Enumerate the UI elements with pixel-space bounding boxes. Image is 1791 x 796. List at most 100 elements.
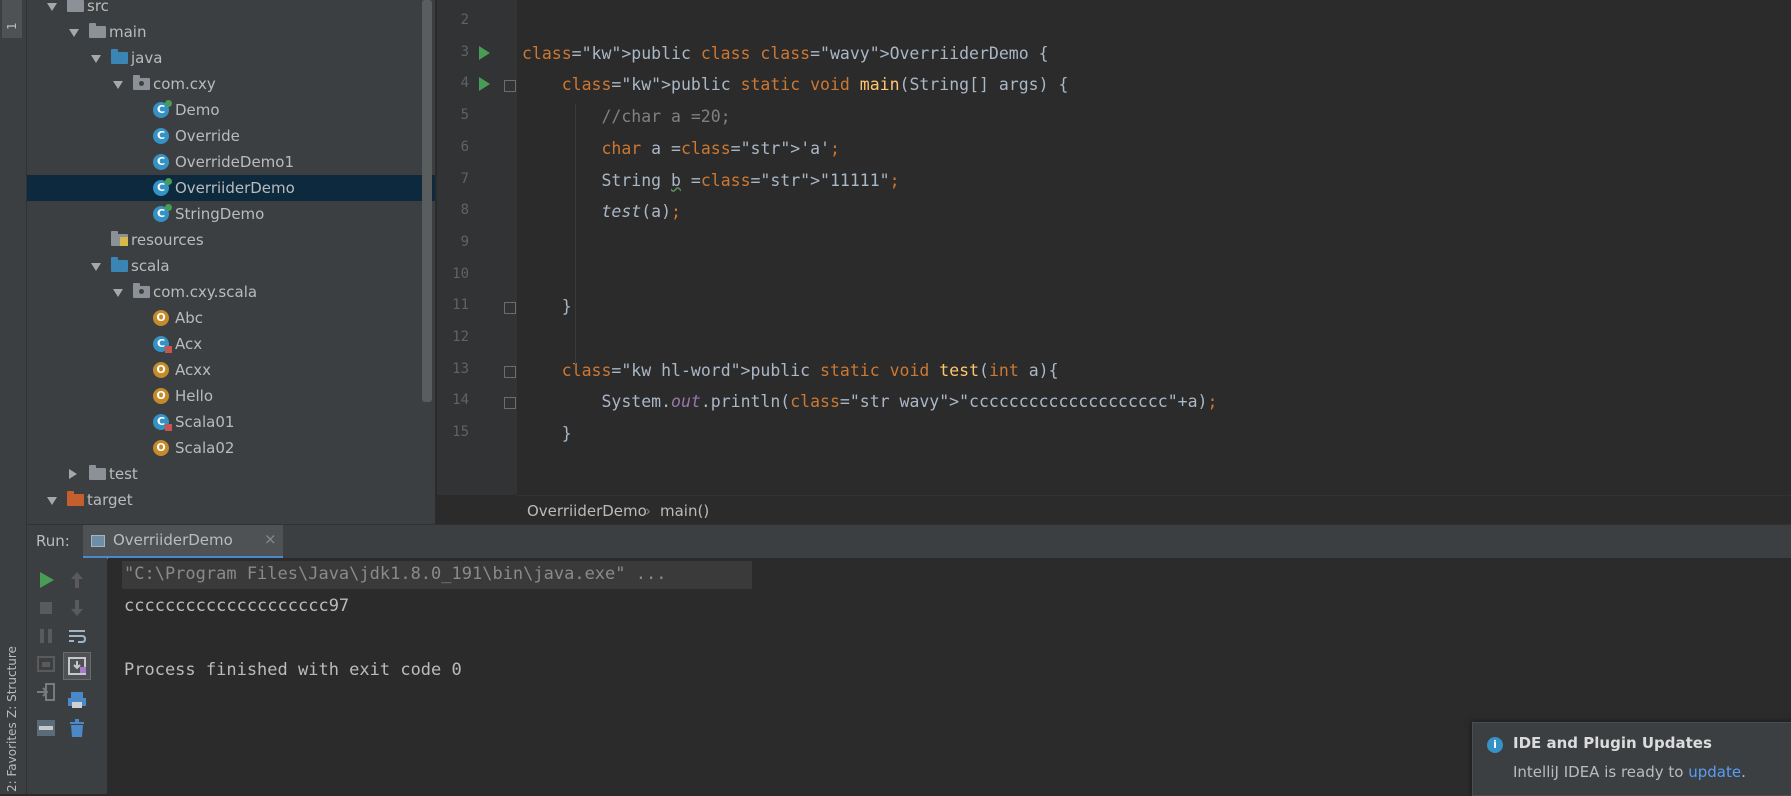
tree-item[interactable]: C OverrideDemo1 <box>27 149 435 175</box>
tree-item[interactable]: com.cxy.scala <box>27 279 435 305</box>
tree-item[interactable]: java <box>27 45 435 71</box>
java-class-icon: C <box>153 336 172 353</box>
line-number: 7 <box>460 170 469 187</box>
tree-item[interactable]: C Scala01 <box>27 409 435 435</box>
tree-item[interactable]: C Acx <box>27 331 435 357</box>
trash-icon[interactable] <box>65 716 89 740</box>
expand-arrow-icon[interactable] <box>47 3 57 11</box>
code-line[interactable]: class="kw hl-word">public static void te… <box>522 353 1059 389</box>
tree-item[interactable]: resources <box>27 227 435 253</box>
favorites-tool-tab[interactable]: 2: Favorites <box>3 690 23 794</box>
soft-wrap-icon[interactable] <box>65 624 89 648</box>
code-line[interactable]: class="kw">public class class="wavy">Ove… <box>522 36 1049 72</box>
folder-icon <box>111 257 128 272</box>
tree-item[interactable]: C Override <box>27 123 435 149</box>
stop-icon[interactable] <box>34 596 58 620</box>
exit-icon[interactable] <box>34 680 58 704</box>
run-panel-label: Run: <box>36 532 70 550</box>
update-notification[interactable]: i IDE and Plugin Updates IntelliJ IDEA i… <box>1472 722 1791 796</box>
run-tab[interactable]: OverriiderDemo × <box>83 525 283 559</box>
line-number: 11 <box>452 297 469 314</box>
tree-item-label: OverrideDemo1 <box>175 153 295 171</box>
run-gutter-icon[interactable] <box>479 45 490 60</box>
code-line[interactable]: test(a); <box>522 194 681 230</box>
scala-object-icon: O <box>153 310 169 326</box>
code-line[interactable]: } <box>522 289 572 325</box>
folder-icon <box>89 23 106 38</box>
code-line[interactable]: class="kw">public static void main(Strin… <box>522 67 1069 103</box>
expand-arrow-icon[interactable] <box>47 497 57 505</box>
scroll-up-icon[interactable] <box>65 568 89 592</box>
collapse-arrow-icon[interactable] <box>69 469 77 479</box>
code-line[interactable]: //char a =20; <box>522 99 730 135</box>
fold-marker-icon[interactable] <box>504 302 516 315</box>
notification-text: IntelliJ IDEA is ready to <box>1513 763 1689 781</box>
tree-item[interactable]: O Hello <box>27 383 435 409</box>
line-number: 8 <box>460 202 469 219</box>
tree-item-label: Override <box>175 127 240 145</box>
tree-item[interactable]: C StringDemo <box>27 201 435 227</box>
scroll-to-end-icon[interactable] <box>63 652 91 680</box>
code-line[interactable]: } <box>522 416 572 452</box>
project-tree-scrollbar[interactable] <box>422 0 432 402</box>
dump-threads-icon[interactable] <box>34 652 58 676</box>
fold-marker-icon[interactable] <box>504 397 516 410</box>
update-link[interactable]: update <box>1688 763 1741 781</box>
tree-item[interactable]: O Acxx <box>27 357 435 383</box>
tree-item[interactable]: O Abc <box>27 305 435 331</box>
fold-marker-icon[interactable] <box>504 80 516 93</box>
tree-item[interactable]: O Scala02 <box>27 435 435 461</box>
pause-icon[interactable] <box>34 624 58 648</box>
indent-guide <box>575 104 576 364</box>
java-class-icon: C <box>153 414 172 431</box>
print-icon[interactable] <box>65 688 89 712</box>
notification-body: IntelliJ IDEA is ready to update. <box>1513 763 1746 781</box>
fold-marker-icon[interactable] <box>504 365 516 378</box>
line-number: 4 <box>460 75 469 92</box>
code-editor[interactable]: class="kw">public class class="wavy">Ove… <box>517 0 1791 495</box>
java-class-icon: C <box>153 204 172 222</box>
close-icon[interactable]: × <box>264 530 277 548</box>
layout-icon[interactable] <box>34 716 58 740</box>
run-gutter-icon[interactable] <box>479 77 490 92</box>
expand-arrow-icon[interactable] <box>91 263 101 271</box>
tree-item[interactable]: com.cxy <box>27 71 435 97</box>
tree-item[interactable]: C Demo <box>27 97 435 123</box>
tree-item[interactable]: scala <box>27 253 435 279</box>
expand-arrow-icon[interactable] <box>91 55 101 63</box>
package-icon <box>133 75 150 90</box>
code-line[interactable]: String b =class="str">"11111"; <box>522 163 899 199</box>
folder-icon <box>67 0 84 12</box>
code-line[interactable]: char a =class="str">'a'; <box>522 131 839 167</box>
tree-item[interactable]: main <box>27 19 435 45</box>
tree-item-label: resources <box>131 231 204 249</box>
package-icon <box>133 283 150 298</box>
code-line[interactable]: System.out.println(class="str wavy">"ccc… <box>522 384 1217 420</box>
expand-arrow-icon[interactable] <box>113 81 123 89</box>
line-number: 12 <box>452 329 469 345</box>
line-number: 15 <box>452 424 469 441</box>
breadcrumb-method[interactable]: main() <box>660 496 709 526</box>
rerun-icon[interactable] <box>34 568 58 592</box>
line-number: 14 <box>452 392 469 409</box>
tree-item[interactable]: src <box>27 0 435 19</box>
run-toolbar <box>27 558 107 794</box>
tree-item-label: java <box>131 49 163 67</box>
project-tool-tab[interactable]: 1 <box>2 0 22 38</box>
tree-item[interactable]: test <box>27 461 435 487</box>
notification-suffix: . <box>1741 763 1746 781</box>
run-panel-header: Run: OverriiderDemo × <box>27 524 1791 560</box>
console-line: "C:\Program Files\Java\jdk1.8.0_191\bin\… <box>124 564 667 584</box>
left-tool-strip: 1 Z: Structure 2: Favorites <box>0 0 27 794</box>
tree-item[interactable]: target <box>27 487 435 513</box>
scroll-down-icon[interactable] <box>65 596 89 620</box>
tree-item-label: Acx <box>175 335 203 353</box>
expand-arrow-icon[interactable] <box>69 29 79 37</box>
line-number: 2 <box>460 12 469 28</box>
breadcrumb-class[interactable]: OverriiderDemo <box>527 496 647 526</box>
tree-item[interactable]: C OverriiderDemo <box>27 175 435 201</box>
run-tab-label: OverriiderDemo <box>113 531 233 549</box>
tree-item-label: main <box>109 23 147 41</box>
expand-arrow-icon[interactable] <box>113 289 123 297</box>
line-number: 3 <box>460 43 469 60</box>
